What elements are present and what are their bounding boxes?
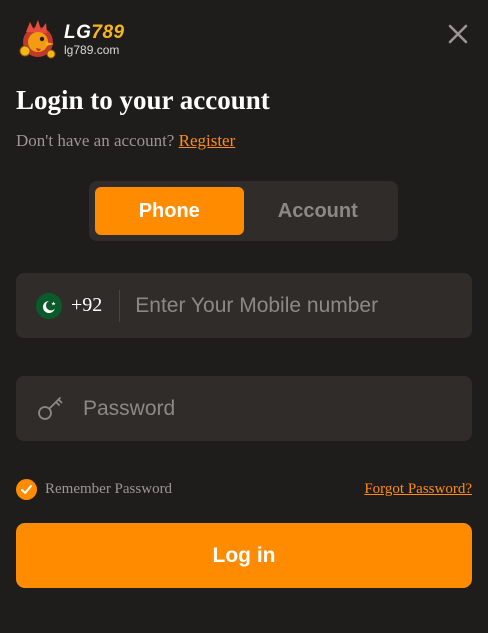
login-method-tabs: Phone Account (89, 181, 398, 241)
checkmark-icon[interactable] (16, 479, 37, 500)
tab-account[interactable]: Account (244, 187, 393, 235)
key-icon (36, 394, 66, 424)
register-prompt-text: Don't have an account? (16, 131, 175, 150)
forgot-password-link[interactable]: Forgot Password? (364, 481, 472, 498)
tab-phone[interactable]: Phone (95, 187, 244, 235)
rooster-logo-icon (16, 18, 60, 62)
phone-field: +92 (16, 273, 472, 338)
field-divider (119, 289, 121, 322)
remember-password-label: Remember Password (45, 481, 173, 497)
login-button[interactable]: Log in (16, 523, 472, 588)
brand-text: LG789 lg789.com (64, 22, 125, 58)
brand-domain: lg789.com (64, 43, 120, 57)
password-field (16, 376, 472, 441)
pakistan-flag-icon[interactable] (36, 292, 62, 319)
brand-logo: LG789 lg789.com (16, 18, 125, 62)
page-title: Login to your account (16, 85, 270, 115)
mobile-number-input[interactable] (135, 293, 436, 318)
register-prompt: Don't have an account? Register (16, 131, 235, 151)
remember-password-checkbox[interactable]: Remember Password (16, 479, 172, 500)
country-code[interactable]: +92 (71, 294, 102, 317)
register-link[interactable]: Register (179, 131, 236, 150)
brand-name: LG789 (64, 22, 125, 43)
password-input[interactable] (83, 396, 423, 421)
close-icon[interactable] (446, 22, 470, 46)
